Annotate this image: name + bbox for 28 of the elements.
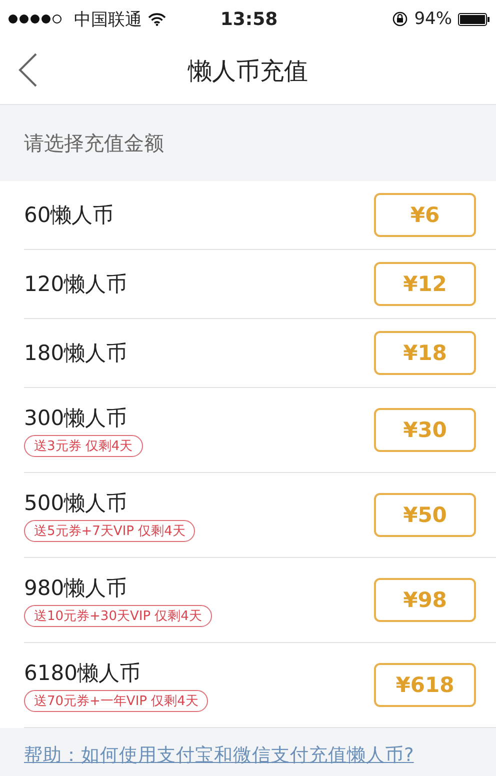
wifi-icon [148, 12, 166, 26]
rotation-lock-icon [392, 11, 408, 27]
carrier-name: 中国联通 [74, 8, 142, 30]
status-time: 13:58 [220, 8, 278, 30]
bonus-tag: 送70元券+一年VIP 仅剩4天 [24, 690, 208, 712]
coin-amount: 300懒人币 [24, 404, 128, 432]
coin-amount: 180懒人币 [24, 340, 128, 367]
coin-amount: 120懒人币 [24, 271, 128, 298]
bonus-tag: 送5元券+7天VIP 仅剩4天 [24, 520, 196, 542]
page-title: 懒人币充值 [188, 56, 308, 87]
price-button[interactable]: ¥30 [374, 408, 476, 452]
help-link[interactable]: 帮助：如何使用支付宝和微信支付充值懒人币? [24, 742, 414, 767]
battery-percent: 94% [414, 9, 452, 29]
battery-icon [458, 12, 490, 26]
price-button[interactable]: ¥618 [374, 663, 476, 707]
price-button[interactable]: ¥50 [374, 493, 476, 537]
coin-amount: 500懒人币 [24, 490, 128, 516]
bonus-tag: 送10元券+30天VIP 仅剩4天 [24, 604, 212, 626]
coin-amount: 6180懒人币 [24, 660, 140, 686]
price-button[interactable]: ¥18 [374, 331, 476, 375]
price-button[interactable]: ¥12 [374, 262, 476, 306]
price-button[interactable]: ¥6 [374, 193, 476, 237]
coin-amount: 980懒人币 [24, 574, 128, 602]
price-button[interactable]: ¥98 [374, 578, 476, 622]
section-title: 请选择充值金额 [24, 130, 164, 156]
coin-amount: 60懒人币 [24, 202, 114, 229]
back-button[interactable] [18, 53, 38, 87]
bonus-tag: 送3元券 仅剩4天 [24, 434, 143, 456]
